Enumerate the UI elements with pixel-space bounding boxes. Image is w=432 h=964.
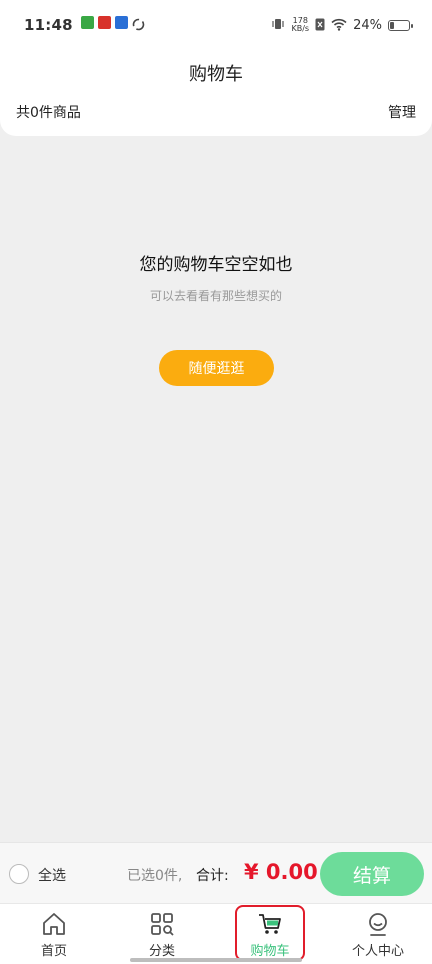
- app-notification-icon: [80, 15, 94, 29]
- total-amount: ¥ 0.00: [244, 860, 318, 884]
- total-label: 合计:: [196, 868, 229, 884]
- manage-button[interactable]: 管理: [388, 102, 416, 122]
- tab-home-label: 首页: [40, 944, 67, 959]
- checkout-bar: 全选 已选0件, 合计: ¥ 0.00 结算: [0, 842, 432, 903]
- tab-category-label: 分类: [148, 944, 175, 959]
- tab-cart-label: 购物车: [250, 944, 290, 959]
- bottom-tab-bar: 首页 分类 购物车 个人中心: [0, 903, 432, 964]
- home-icon: [43, 913, 65, 935]
- network-speed: 178 KB/s: [291, 17, 309, 33]
- select-all-label[interactable]: 全选: [38, 865, 66, 885]
- sim-off-icon: [315, 16, 325, 35]
- page-title: 购物车: [189, 64, 243, 85]
- category-icon: [151, 913, 174, 936]
- empty-cart-message: 您的购物车空空如也 可以去看看有那些想买的: [0, 250, 432, 304]
- cart-icon: [259, 914, 281, 934]
- selected-count: 已选0件,: [127, 868, 183, 884]
- item-count: 共0件商品: [16, 105, 81, 121]
- notification-icons: [80, 15, 145, 35]
- empty-title: 您的购物车空空如也: [139, 255, 293, 275]
- sync-icon: [132, 16, 145, 35]
- home-indicator: [130, 958, 302, 962]
- battery-icon: [388, 19, 413, 31]
- tab-cart[interactable]: 购物车: [216, 904, 324, 964]
- tab-profile[interactable]: 个人中心: [324, 904, 432, 964]
- tab-home[interactable]: 首页: [0, 904, 108, 964]
- empty-subtitle: 可以去看看有那些想买的: [149, 289, 282, 303]
- vibrate-icon: [271, 16, 285, 35]
- status-time: 11:48: [24, 16, 73, 34]
- app-notification-icon: [97, 15, 111, 29]
- wifi-icon: [331, 16, 347, 35]
- checkout-button[interactable]: 结算: [320, 852, 424, 896]
- network-speed-unit: KB/s: [291, 24, 310, 33]
- select-all-checkbox[interactable]: [9, 864, 29, 884]
- battery-percent: 24%: [353, 17, 382, 33]
- battery-level: [390, 21, 394, 29]
- profile-icon: [369, 913, 387, 936]
- app-notification-icon: [114, 15, 128, 29]
- cart-header: 购物车 共0件商品 管理: [0, 50, 432, 136]
- tab-profile-label: 个人中心: [351, 944, 404, 959]
- browse-button[interactable]: 随便逛逛: [159, 350, 274, 386]
- status-bar: 11:48 178 KB/s 24%: [0, 0, 432, 50]
- tab-category[interactable]: 分类: [108, 904, 216, 964]
